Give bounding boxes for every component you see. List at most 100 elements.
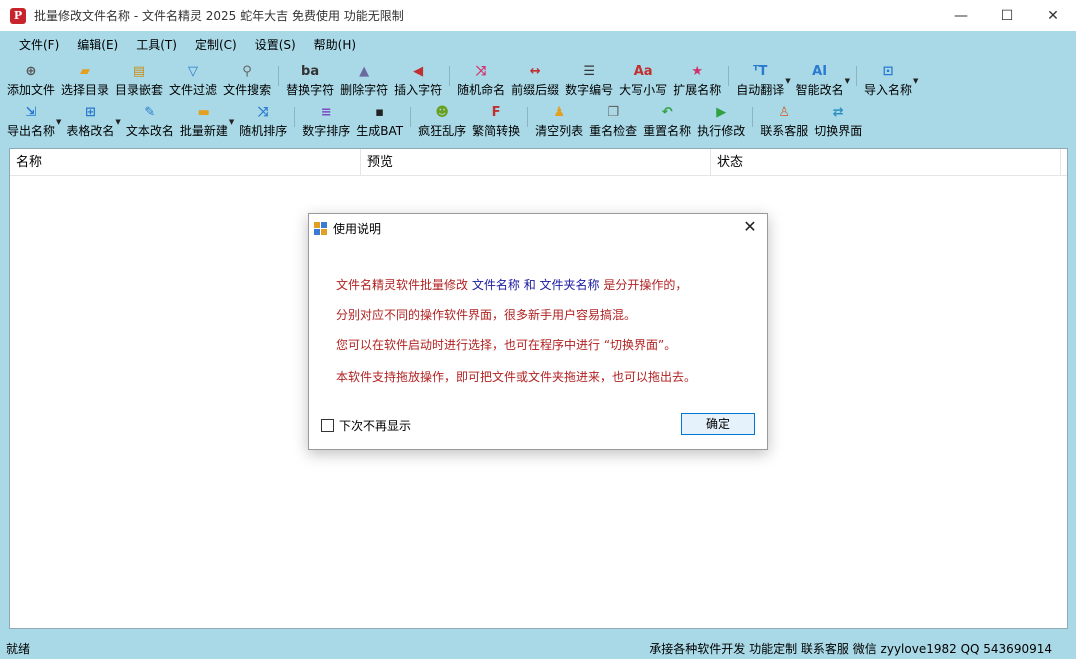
case-icon: Aa <box>633 64 653 79</box>
dropdown-arrow-icon[interactable]: ▼ <box>229 118 234 126</box>
dialog-line-1: 文件名精灵软件批量修改 文件名称 和 文件夹名称 是分开操作的， <box>336 276 687 293</box>
toolbar-button-contact-support[interactable]: ♙ 联系客服 <box>757 101 811 141</box>
crazy-face-icon: ☻ <box>435 105 449 120</box>
toolbar-button-insert-text[interactable]: ◀ 插入字符 <box>391 60 445 100</box>
menu-edit[interactable]: 编辑(E) <box>68 31 127 59</box>
toolbar-button-export[interactable]: ⇲ 导出名称 <box>4 101 58 141</box>
window-controls: — ☐ ✕ <box>938 0 1076 31</box>
toolbar-button-label: 前缀后缀 <box>511 83 560 97</box>
menu-tools[interactable]: 工具(T) <box>127 31 186 59</box>
toolbar-button-number-sort[interactable]: ≡ 数字排序 <box>299 101 353 141</box>
toolbar-button-label: 生成BAT <box>356 124 404 138</box>
toolbar-button-replace-text[interactable]: ba 替换字符 <box>283 60 337 100</box>
menu-file[interactable]: 文件(F) <box>10 31 68 59</box>
toolbar-button-crazy-face[interactable]: ☻ 疯狂乱序 <box>415 101 469 141</box>
prefix-suffix-icon: ↔ <box>529 64 541 79</box>
folder-open-icon: ▰ <box>80 64 91 79</box>
column-header-name[interactable]: 名称 <box>10 149 361 175</box>
dropdown-arrow-icon[interactable]: ▼ <box>56 118 61 126</box>
dropdown-arrow-icon[interactable]: ▼ <box>845 77 850 85</box>
list-header: 名称 预览 状态 <box>10 149 1067 176</box>
toolbar-button-ai[interactable]: AI 智能改名 <box>793 60 847 100</box>
menu-custom[interactable]: 定制(C) <box>186 31 246 59</box>
toolbar-button-execute-play[interactable]: ▶ 执行修改 <box>694 101 748 141</box>
status-bar: 就绪 承接各种软件开发 功能定制 联系客服 微信 zyylove1982 QQ … <box>0 637 1076 659</box>
add-file-icon: ⊕ <box>25 64 37 79</box>
dialog-line-2: 分别对应不同的操作软件界面，很多新手用户容易搞混。 <box>336 308 637 322</box>
switch-ui-icon: ⇄ <box>832 105 844 120</box>
toolbar-button-label: 疯狂乱序 <box>418 124 467 138</box>
toolbar-button-random-sort[interactable]: ⤨ 随机排序 <box>236 101 290 141</box>
shuffle-icon: ⤨ <box>475 64 487 79</box>
toolbar-button-label: 插入字符 <box>394 83 443 97</box>
toolbar-button-label: 删除字符 <box>340 83 389 97</box>
toolbar-button-edit-text[interactable]: ✎ 文本改名 <box>123 101 177 141</box>
number-sort-icon: ≡ <box>320 105 332 120</box>
dialog-line-4: 本软件支持拖放操作，即可把文件或文件夹拖进来，也可以拖出去。 <box>336 370 697 384</box>
toolbar-button-folder-nest[interactable]: ▤ 目录嵌套 <box>112 60 166 100</box>
toolbar-button-label: 智能改名 <box>795 83 844 97</box>
dropdown-arrow-icon[interactable]: ▼ <box>913 77 918 85</box>
dialog-close-button[interactable]: ✕ <box>741 218 759 236</box>
toolbar-button-font-convert[interactable]: F 繁简转换 <box>469 101 523 141</box>
toolbar-button-label: 导入名称 <box>864 83 913 97</box>
toolbar-button-add-file[interactable]: ⊕ 添加文件 <box>4 60 58 100</box>
toolbar-button-new-folder[interactable]: ▬ 批量新建 <box>177 101 231 141</box>
maximize-button[interactable]: ☐ <box>984 0 1030 31</box>
terminal-icon: ▪ <box>375 105 385 120</box>
toolbar-button-table[interactable]: ⊞ 表格改名 <box>63 101 117 141</box>
toolbar-button-extension-star[interactable]: ★ 扩展名称 <box>670 60 724 100</box>
extension-star-icon: ★ <box>691 64 704 79</box>
minimize-button[interactable]: — <box>938 0 984 31</box>
status-text: 就绪 <box>6 641 31 656</box>
dropdown-arrow-icon[interactable]: ▼ <box>785 77 790 85</box>
toolbar-button-label: 选择目录 <box>61 83 110 97</box>
toolbar-button-label: 扩展名称 <box>673 83 722 97</box>
dont-show-again-checkbox[interactable] <box>321 419 334 432</box>
menu-help[interactable]: 帮助(H) <box>305 31 365 59</box>
toolbar-button-clear-list[interactable]: ♟ 清空列表 <box>532 101 586 141</box>
toolbar-button-label: 重名检查 <box>589 124 638 138</box>
dont-show-again-label[interactable]: 下次不再显示 <box>339 417 411 434</box>
toolbar-button-label: 表格改名 <box>66 124 115 138</box>
title-bar: P 批量修改文件名称 - 文件名精灵 2025 蛇年大吉 免费使用 功能无限制 … <box>0 0 1076 31</box>
close-button[interactable]: ✕ <box>1030 0 1076 31</box>
toolbar-button-reset[interactable]: ↶ 重置名称 <box>640 101 694 141</box>
toolbar-separator <box>278 66 280 86</box>
import-icon: ⊡ <box>882 64 894 79</box>
toolbar-button-duplicate-check[interactable]: ❐ 重名检查 <box>586 101 640 141</box>
delete-text-icon: ▲ <box>359 64 370 79</box>
toolbar-secondary: ⇲ 导出名称 ▼ ⊞ 表格改名 ▼ ✎ 文本改名 ▬ 批量新建 ▼ ⤨ 随机排序 ≡ 数字排序 ▪ 生成BAT ☻… <box>0 101 1076 141</box>
toolbar-primary: ⊕ 添加文件 ▰ 选择目录 ▤ 目录嵌套 ▽ 文件过滤 ⚲ 文件搜索 ba 替换字符 ▲ 删除字符 ◀ 插入字… <box>0 60 1076 100</box>
toolbar-button-numbering[interactable]: ☰ 数字编号 <box>562 60 616 100</box>
table-icon: ⊞ <box>84 105 96 120</box>
menu-settings[interactable]: 设置(S) <box>246 31 305 59</box>
toolbar-button-label: 清空列表 <box>535 124 584 138</box>
menu-bar: 文件(F) 编辑(E) 工具(T) 定制(C) 设置(S) 帮助(H) <box>0 31 1076 59</box>
toolbar-button-label: 添加文件 <box>7 83 56 97</box>
toolbar-button-label: 切换界面 <box>814 124 863 138</box>
dialog-title-bar: 使用说明 ✕ <box>309 214 767 242</box>
toolbar-button-folder-open[interactable]: ▰ 选择目录 <box>58 60 112 100</box>
toolbar-button-switch-ui[interactable]: ⇄ 切换界面 <box>811 101 865 141</box>
toolbar-button-search[interactable]: ⚲ 文件搜索 <box>220 60 274 100</box>
toolbar-separator <box>410 107 412 127</box>
toolbar-separator <box>752 107 754 127</box>
column-header-preview[interactable]: 预览 <box>361 149 711 175</box>
toolbar-button-label: 繁简转换 <box>472 124 521 138</box>
toolbar-button-translate[interactable]: ᵀT 自动翻译 <box>733 60 787 100</box>
toolbar-button-import[interactable]: ⊡ 导入名称 <box>861 60 915 100</box>
toolbar-button-filter[interactable]: ▽ 文件过滤 <box>166 60 220 100</box>
toolbar-button-shuffle[interactable]: ⤨ 随机命名 <box>454 60 508 100</box>
ok-button[interactable]: 确定 <box>681 413 755 435</box>
toolbar-button-delete-text[interactable]: ▲ 删除字符 <box>337 60 391 100</box>
toolbar-button-case[interactable]: Aa 大写小写 <box>616 60 670 100</box>
dialog-line-1-a: 文件名精灵软件批量修改 <box>336 278 469 292</box>
toolbar-button-terminal[interactable]: ▪ 生成BAT <box>353 101 406 141</box>
dropdown-arrow-icon[interactable]: ▼ <box>115 118 120 126</box>
toolbar-button-label: 随机命名 <box>457 83 506 97</box>
dont-show-again[interactable]: 下次不再显示 <box>321 417 411 434</box>
clear-list-icon: ♟ <box>553 105 565 120</box>
column-header-status[interactable]: 状态 <box>711 149 1061 175</box>
toolbar-button-prefix-suffix[interactable]: ↔ 前缀后缀 <box>508 60 562 100</box>
